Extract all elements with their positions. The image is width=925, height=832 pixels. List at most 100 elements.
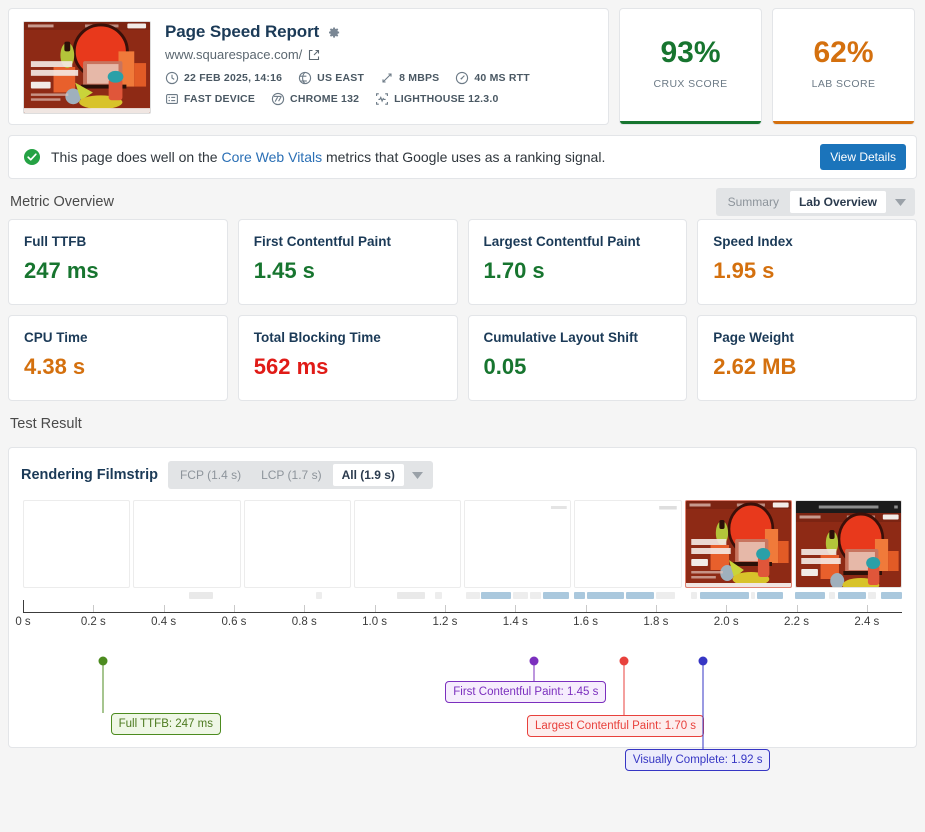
timeline-axis: 0 s 0.2 s 0.4 s 0.6 s 0.8 s 1.0 s 1.2 s 1.4 s 1.…: [15, 600, 904, 633]
meta-timestamp: 22 FEB 2025, 14:16: [165, 71, 282, 85]
network-cell: [464, 592, 571, 599]
report-url-line[interactable]: www.squarespace.com/: [165, 47, 594, 62]
axis-tick-label: 0.4 s: [151, 616, 177, 628]
network-cell: [23, 592, 130, 599]
meta-bandwidth: 8 MBPS: [380, 71, 439, 85]
filmstrip-frame[interactable]: [464, 500, 572, 588]
filter-lcp[interactable]: LCP (1.7 s): [252, 464, 330, 486]
crux-score-card[interactable]: 93% CRUX SCORE: [619, 8, 762, 125]
filmstrip-frame[interactable]: [574, 500, 682, 588]
filmstrip-frame[interactable]: [353, 500, 461, 588]
network-cell: [574, 592, 681, 599]
chrome-icon: [271, 92, 285, 106]
lab-score-value: 62%: [813, 35, 874, 69]
metric-card-page-weight[interactable]: Page Weight 2.62 MB: [697, 315, 917, 401]
filmstrip-frame[interactable]: [133, 500, 241, 588]
report-summary-card: Page Speed Report www.squarespace.com/ 2…: [8, 8, 609, 125]
meta-browser: CHROME 132: [271, 92, 359, 106]
filmstrip-frame[interactable]: [243, 500, 351, 588]
view-details-button[interactable]: View Details: [820, 144, 906, 170]
metric-cards-row-2: CPU Time 4.38 s Total Blocking Time 562 …: [8, 315, 917, 401]
core-web-vitals-link[interactable]: Core Web Vitals: [221, 149, 322, 165]
metric-value: 1.95 s: [713, 258, 775, 283]
latency-icon: [455, 71, 469, 85]
axis-tick-label: 1.8 s: [643, 616, 669, 628]
metric-value: 4.38 s: [24, 354, 86, 379]
axis-tick: [233, 605, 235, 612]
overview-toggle: Summary Lab Overview: [715, 188, 915, 216]
meta-label: FAST DEVICE: [184, 93, 256, 105]
axis-line: [23, 600, 902, 613]
bandwidth-icon: [380, 71, 394, 85]
axis-tick-label: 1.2 s: [432, 616, 458, 628]
core-web-vitals-banner: This page does well on the Core Web Vita…: [8, 135, 917, 179]
axis-tick: [23, 600, 24, 612]
filter-all[interactable]: All (1.9 s): [332, 464, 404, 486]
meta-location: US EAST: [298, 71, 364, 85]
meta-lighthouse: LIGHTHOUSE 12.3.0: [375, 92, 498, 106]
meta-label: 8 MBPS: [399, 72, 440, 84]
metric-card-cpu-time[interactable]: CPU Time 4.38 s: [8, 315, 228, 401]
axis-tick: [655, 605, 657, 612]
metric-card-total-blocking-time[interactable]: Total Blocking Time 562 ms: [237, 315, 458, 401]
filmstrip-title: Rendering Filmstrip: [21, 467, 158, 483]
metric-value: 247 ms: [24, 258, 99, 283]
metric-overview-header: Metric Overview Summary Lab Overview: [8, 185, 917, 219]
meta-label: 40 MS RTT: [474, 72, 530, 84]
toggle-lab-overview[interactable]: Lab Overview: [789, 191, 886, 213]
lab-score-card[interactable]: 62% LAB SCORE: [772, 8, 915, 125]
filmstrip-frame-highlighted[interactable]: [684, 500, 792, 588]
axis-tick-label: 1.4 s: [502, 616, 528, 628]
axis-tick-label: 0.2 s: [80, 616, 106, 628]
gear-icon[interactable]: [326, 25, 341, 40]
metric-value: 0.05: [483, 354, 527, 379]
meta-latency: 40 MS RTT: [455, 71, 530, 85]
metric-value: 1.45 s: [253, 258, 315, 283]
filmstrip-header: Rendering Filmstrip FCP (1.4 s) LCP (1.7…: [21, 461, 904, 489]
network-cell: [244, 592, 351, 599]
lab-score-label: LAB SCORE: [811, 77, 876, 90]
metric-card-first-contentful-paint[interactable]: First Contentful Paint 1.45 s: [237, 219, 458, 305]
external-link-icon[interactable]: [308, 49, 320, 61]
device-icon: [165, 92, 179, 106]
chevron-down-icon[interactable]: [888, 198, 912, 206]
metric-name: Full TTFB: [24, 234, 87, 249]
chevron-down-icon[interactable]: [406, 471, 430, 479]
page-speed-report-page: Page Speed Report www.squarespace.com/ 2…: [0, 0, 925, 832]
axis-tick: [444, 605, 446, 612]
filmstrip-frames: [21, 500, 904, 588]
page-thumbnail[interactable]: [23, 21, 151, 114]
axis-tick-label: 0.8 s: [291, 616, 317, 628]
metric-card-full-ttfb[interactable]: Full TTFB 247 ms: [8, 219, 228, 305]
network-cell: [685, 592, 792, 599]
banner-text-after: metrics that Google uses as a ranking si…: [322, 149, 606, 165]
filmstrip-frame[interactable]: [23, 500, 131, 588]
axis-tick-label: 2.4 s: [854, 616, 880, 628]
metric-name: Cumulative Layout Shift: [483, 330, 639, 345]
axis-tick-labels: 0 s 0.2 s 0.4 s 0.6 s 0.8 s 1.0 s 1.2 s 1.4 s 1.…: [15, 613, 902, 633]
crux-score-value: 93%: [660, 35, 721, 69]
metric-card-cumulative-layout-shift[interactable]: Cumulative Layout Shift 0.05: [467, 315, 688, 401]
meta-label: CHROME 132: [290, 93, 360, 105]
meta-label: LIGHTHOUSE 12.3.0: [394, 93, 499, 105]
report-title-line: Page Speed Report: [165, 22, 594, 42]
axis-tick: [163, 605, 165, 612]
metric-name: Speed Index: [713, 234, 793, 249]
axis-tick-label: 1.6 s: [573, 616, 599, 628]
meta-device: FAST DEVICE: [165, 92, 255, 106]
filmstrip-frame[interactable]: [794, 500, 902, 588]
filter-fcp[interactable]: FCP (1.4 s): [171, 464, 250, 486]
meta-label: 22 FEB 2025, 14:16: [184, 72, 283, 84]
axis-tick: [796, 605, 798, 612]
toggle-summary[interactable]: Summary: [719, 191, 788, 213]
metric-card-largest-contentful-paint[interactable]: Largest Contentful Paint 1.70 s: [467, 219, 688, 305]
metric-card-speed-index[interactable]: Speed Index 1.95 s: [697, 219, 917, 305]
test-result-header: Test Result: [8, 407, 917, 441]
axis-tick: [93, 605, 95, 612]
axis-tick: [585, 605, 587, 612]
timeline-marker-label[interactable]: Visually Complete: 1.92 s: [624, 749, 771, 771]
axis-tick-label: 0.6 s: [221, 616, 247, 628]
meta-label: US EAST: [317, 72, 365, 84]
lighthouse-icon: [375, 92, 389, 106]
page-url: www.squarespace.com/: [165, 47, 303, 62]
